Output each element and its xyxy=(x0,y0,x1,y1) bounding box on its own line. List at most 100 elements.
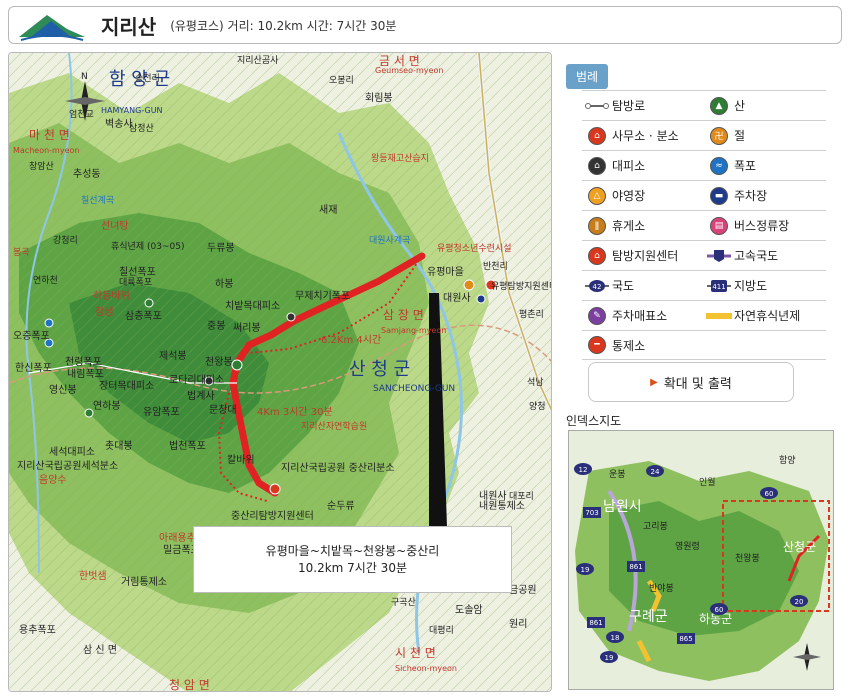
trail-map[interactable]: N 함 양 군 HAMYANG-GUN 산 청 군 SANCHEONG-GUN … xyxy=(8,52,552,692)
place-label: 대륙폭포 xyxy=(119,277,152,288)
legend-row: ⌂ 사무소 · 분소 卍절 xyxy=(582,120,826,150)
national-road-number: 42 xyxy=(593,283,602,291)
place-label: 유평마을 xyxy=(427,266,464,278)
place-label: 용추폭포 xyxy=(19,624,56,636)
legend-label: 지방도 xyxy=(734,279,768,293)
office-icon xyxy=(269,483,281,495)
region-label-en: SANCHEONG-GUN xyxy=(373,384,455,394)
index-road-number: 12 xyxy=(579,466,588,474)
legend-label: 통제소 xyxy=(612,338,646,353)
legend-label: 버스정류장 xyxy=(734,219,790,233)
place-label: 구곡산 xyxy=(391,597,416,608)
visitor-center-icon: ⌂ xyxy=(588,246,606,265)
legend-label: 산 xyxy=(734,99,746,113)
place-label: 칠선폭포 xyxy=(119,266,156,278)
index-label: 영원령 xyxy=(675,540,700,552)
place-label: 유평청소년수련시설 xyxy=(437,243,512,254)
place-label: 장터목대피소 xyxy=(99,380,154,392)
region-label: 마 천 면 xyxy=(29,127,70,142)
place-label: 엄천교 xyxy=(69,108,94,120)
index-road-number: 19 xyxy=(581,566,590,574)
place-label: 법천폭포 xyxy=(169,440,206,452)
legend-row: ǁ 휴게소 ▤ 버스정류장 xyxy=(582,210,826,240)
checkpoint-icon: ━ xyxy=(588,336,606,354)
parking-icon xyxy=(476,294,486,304)
place-label: 촛대봉 xyxy=(105,440,133,452)
legend-label: 사무소 · 분소 xyxy=(612,129,679,143)
bus-stop-icon: ▤ xyxy=(710,216,728,235)
index-road-number: 865 xyxy=(679,635,692,643)
place-label: 지리산국립공원 중산리분소 xyxy=(281,461,395,474)
index-map[interactable]: 남원시 고리봉 영원령 반야봉 구례군 하동군 산청군 천왕봉 운봉 인월 함양… xyxy=(568,430,834,690)
place-label: 선녀탕 xyxy=(101,220,129,232)
trail-icon xyxy=(582,101,612,111)
place-label: 중봉 xyxy=(207,320,225,332)
mountain-icon xyxy=(231,359,243,371)
place-label: 대원사 xyxy=(443,292,471,304)
region-label: 산 청 군 xyxy=(349,359,410,380)
index-road-number: 60 xyxy=(715,606,724,614)
zoom-print-label: 확대 및 출력 xyxy=(663,376,732,392)
header-bar: 지리산 (유평코스) 거리: 10.2km 시간: 7시간 30분 xyxy=(8,6,842,44)
national-road-icon: 42 xyxy=(582,279,612,293)
place-label: 거림통제소 xyxy=(121,576,167,588)
place-label: 무제치기폭포 xyxy=(295,290,350,302)
place-label: 내원통제소 xyxy=(479,500,525,512)
region-label: 시 천 면 xyxy=(395,645,436,660)
place-label: 석남 xyxy=(527,377,544,388)
place-label: 칠선계곡 xyxy=(81,194,114,206)
expressway-icon xyxy=(704,249,734,263)
legend-label: 주차장 xyxy=(734,189,768,203)
side-panel: 범례 탐방로 ▲ 산 ⌂ 사무소 · 분소 卍절 ⌂ 대피소 ≈ 폭포 △ 야영장 ▬ 주차… xyxy=(560,52,842,692)
place-label: 오봉리 xyxy=(329,75,354,86)
legend: 탐방로 ▲ 산 ⌂ 사무소 · 분소 卍절 ⌂ 대피소 ≈ 폭포 △ 야영장 ▬ 주차장 ǁ… xyxy=(582,90,826,360)
place-label: 오층폭포 xyxy=(13,330,50,342)
region-label-en: Geumseo-myeon xyxy=(375,66,443,75)
svg-text:N: N xyxy=(81,72,88,82)
legend-row: ⌂ 대피소 ≈ 폭포 xyxy=(582,150,826,180)
segment-label: 6.2Km 4시간 xyxy=(321,334,381,346)
rest-area-icon: ǁ xyxy=(588,216,606,235)
index-label: 반야봉 xyxy=(649,583,674,594)
place-label: 써리봉 xyxy=(233,322,261,334)
legend-row: △ 야영장 ▬ 주차장 xyxy=(582,180,826,210)
place-label: 회림봉 xyxy=(365,92,393,104)
index-label: 산청군 xyxy=(783,540,816,554)
parking-icon: ▬ xyxy=(710,186,728,205)
index-road-number: 861 xyxy=(629,563,642,571)
region-label: 삼 신 면 xyxy=(83,644,117,656)
place-label: 천왕봉 xyxy=(205,356,233,368)
place-label: 천령폭포 xyxy=(65,356,102,368)
route-callout: 유평마을~치밭목~천왕봉~중산리 10.2km 7시간 30분 xyxy=(193,526,512,593)
place-label: 추성동 xyxy=(73,168,101,180)
zoom-print-button[interactable]: ▶ 확대 및 출력 xyxy=(588,362,794,402)
place-label: 한신폭포 xyxy=(15,362,52,374)
legend-label: 주차매표소 xyxy=(612,309,668,323)
place-label: 문창대 xyxy=(209,404,237,416)
index-road-number: 20 xyxy=(795,598,804,606)
legend-label: 절 xyxy=(734,129,746,143)
mountain-icon: ▲ xyxy=(710,96,728,115)
local-road-number: 411 xyxy=(712,283,725,291)
region-label: 삼 장 면 xyxy=(383,308,424,322)
place-label: 금공원 xyxy=(509,584,537,596)
campsite-icon: △ xyxy=(588,186,606,205)
place-label: 반천리 xyxy=(483,261,508,272)
route-summary: 10.2km 7시간 30분 xyxy=(297,560,407,575)
place-label: 연하천 xyxy=(33,275,58,286)
legend-label: 탐방지원센터 xyxy=(612,249,679,263)
index-label: 천왕봉 xyxy=(735,553,760,564)
place-label: 유평탐방지원센터 xyxy=(491,280,552,292)
legend-label: 폭포 xyxy=(734,159,757,173)
mountain-icon xyxy=(144,298,154,308)
legend-label: 대피소 xyxy=(612,159,646,173)
place-label: 새재 xyxy=(319,204,337,216)
place-label: 도솔암 xyxy=(455,604,483,616)
place-label: 칼바위 xyxy=(227,453,255,466)
index-map-title: 인덱스지도 xyxy=(566,414,622,428)
legend-label: 고속국도 xyxy=(734,249,779,263)
legend-label: 탐방로 xyxy=(612,99,646,113)
index-road-number: 19 xyxy=(605,654,614,662)
temple-icon: 卍 xyxy=(710,126,728,145)
mountain-logo-icon xyxy=(19,15,85,41)
